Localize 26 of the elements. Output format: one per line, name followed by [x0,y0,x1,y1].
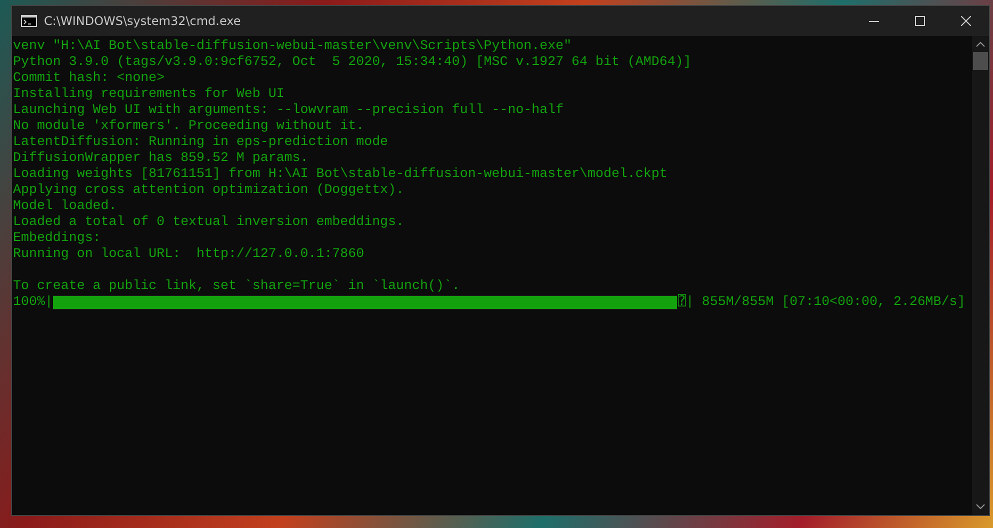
scroll-thumb[interactable] [973,52,988,70]
console-line: DiffusionWrapper has 859.52 M params. [13,150,310,166]
scroll-up-icon[interactable] [976,41,985,47]
console-line: Running on local URL: http://127.0.0.1:7860 [13,246,366,262]
missing-glyph: ⍰ [678,294,686,310]
console-line: No module 'xformers'. Proceeding without it. [13,118,366,134]
console-line: LatentDiffusion: Running in eps-prediction mode [13,134,390,150]
progress-percent: 100%| [13,294,53,310]
console-line: Loaded a total of 0 textual inversion embeddings. [13,214,405,230]
console-line: Launching Web UI with arguments: --lowvram --precision full --no-half [13,102,565,118]
console-line: Python 3.9.0 (tags/v3.9.0:9cf6752, Oct 5 2020, 15:34:40) [MSC v.1927 64 bit (AMD64)] [13,54,692,70]
console-line: Embeddings: [13,230,102,246]
maximize-icon [915,16,925,26]
close-icon [961,16,971,26]
console-line: Model loaded. [13,198,118,214]
console-line: Loading weights [81761151] from H:\AI Bot\stable-diffusion-webui-master\model.ckpt [13,166,668,182]
console-icon [21,15,37,27]
console-line: To create a public link, set `share=True` in `launch()`. [13,278,461,294]
console-line: Commit hash: <none> [13,70,166,86]
console-line: Applying cross attention optimization (Doggettx). [13,182,405,198]
console-line: venv "H:\AI Bot\stable-diffusion-webui-master\venv\Scripts\Python.exe" [13,38,573,54]
console-line: Installing requirements for Web UI [13,86,286,102]
window-title: C:\WINDOWS\system32\cmd.exe [44,14,242,28]
progress-stats: | 855M/855M [07:10<00:00, 2.26MB/s] [686,294,966,310]
scrollbar[interactable] [972,36,989,515]
scroll-down-icon[interactable] [976,504,985,510]
